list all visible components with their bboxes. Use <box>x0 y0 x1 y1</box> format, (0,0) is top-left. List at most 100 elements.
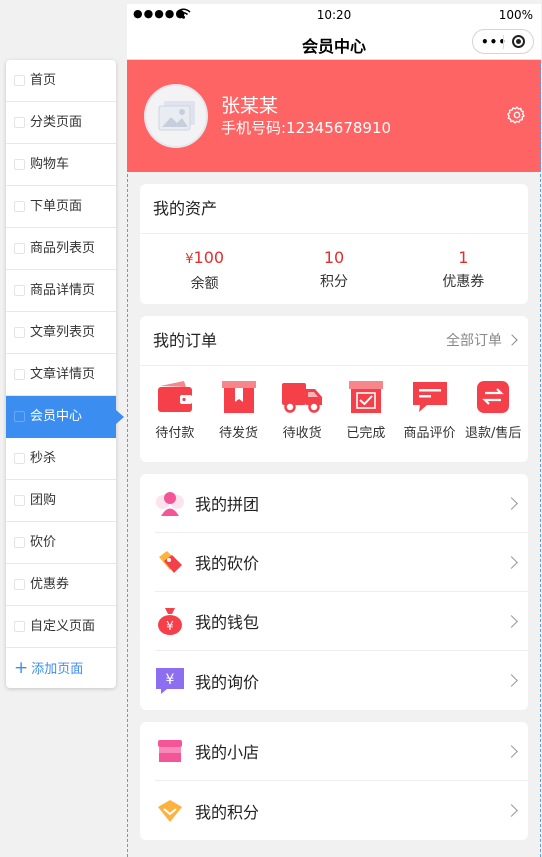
svg-text:¥: ¥ <box>166 672 175 688</box>
orders-header: 我的订单 全部订单 <box>140 316 528 366</box>
page-item-label: 自定义页面 <box>30 619 96 634</box>
page-item-home[interactable]: 首页 <box>6 60 116 102</box>
page-item-checkout[interactable]: 下单页面 <box>6 186 116 228</box>
settings-gear-icon[interactable] <box>507 105 527 125</box>
page-icon <box>14 495 25 506</box>
box-icon <box>221 381 256 413</box>
exchange-icon <box>477 381 510 413</box>
asset-coupons[interactable]: 1 优惠券 <box>399 248 528 293</box>
check-box-icon <box>348 381 383 413</box>
mini-program-capsule: ••• <box>472 29 534 54</box>
page-icon <box>14 327 25 338</box>
chevron-right-icon <box>505 496 518 510</box>
plus-icon: + <box>14 658 29 678</box>
coupons-amount: 1 <box>458 248 469 267</box>
order-pending-shipment[interactable]: 待发货 <box>207 379 271 441</box>
menu-row-shop[interactable]: 我的小店 <box>155 722 528 781</box>
all-orders-label: 全部订单 <box>446 333 502 349</box>
avatar[interactable] <box>144 84 208 148</box>
page-item-custom[interactable]: 自定义页面 <box>6 606 116 648</box>
page-item-label: 分类页面 <box>30 115 83 130</box>
page-icon <box>14 579 25 590</box>
page-icon <box>14 201 25 212</box>
assets-card: 我的资产 ¥100 余额 10 积分 1 优惠券 <box>140 184 528 304</box>
page-item-product-detail[interactable]: 商品详情页 <box>6 270 116 312</box>
order-refund-label: 退款/售后 <box>465 426 522 441</box>
page-item-article-detail[interactable]: 文章详情页 <box>6 354 116 396</box>
page-item-label: 下单页面 <box>30 199 83 214</box>
money-bag-icon: ¥ <box>158 608 182 635</box>
points-icon <box>158 799 182 822</box>
page-item-label: 文章详情页 <box>30 367 96 382</box>
orders-title: 我的订单 <box>153 331 218 350</box>
chevron-right-icon <box>505 555 518 569</box>
phone-preview: ●●●●● 10:20 100% 会员中心 ••• 张某某 手机号码:12345… <box>127 4 541 857</box>
page-icon <box>14 369 25 380</box>
order-review[interactable]: 商品评价 <box>398 379 462 441</box>
close-target-icon[interactable] <box>512 35 525 48</box>
menu-row-bargain[interactable]: 我的砍价 <box>155 533 528 592</box>
page-icon <box>14 159 25 170</box>
price-tag-icon <box>159 551 182 573</box>
orders-card: 我的订单 全部订单 待付款 待发货 待收货 已完成 商品评价 退款/售后 <box>140 316 528 462</box>
order-pending-payment-label: 待付款 <box>155 426 195 441</box>
page-item-label: 秒杀 <box>30 451 57 466</box>
balance-amount: 100 <box>193 248 225 267</box>
guide-line-left <box>127 64 128 857</box>
menu-group-2: 我的小店 我的积分 <box>140 722 528 840</box>
page-item-cart[interactable]: 购物车 <box>6 144 116 186</box>
page-item-group-buy[interactable]: 团购 <box>6 480 116 522</box>
status-time: 10:20 <box>316 8 352 22</box>
status-bar: ●●●●● 10:20 100% <box>127 4 541 26</box>
order-refund[interactable]: 退款/售后 <box>461 379 525 441</box>
chevron-right-icon <box>506 334 518 346</box>
menu-row-label: 我的拼团 <box>195 495 260 514</box>
asset-coupons-label: 优惠券 <box>442 274 485 290</box>
order-pending-payment[interactable]: 待付款 <box>143 379 207 441</box>
yen-sign: ¥ <box>185 252 194 267</box>
page-icon <box>14 621 25 632</box>
page-icon <box>14 453 25 464</box>
page-icon <box>14 537 25 548</box>
all-orders-link[interactable]: 全部订单 <box>446 316 518 366</box>
menu-row-inquiry[interactable]: ¥ 我的询价 <box>155 651 528 710</box>
page-item-label: 文章列表页 <box>30 325 96 340</box>
menu-row-wallet[interactable]: ¥ 我的钱包 <box>155 592 528 651</box>
page-item-coupon[interactable]: 优惠券 <box>6 564 116 606</box>
order-pending-receipt[interactable]: 待收货 <box>270 379 334 441</box>
page-item-label: 会员中心 <box>30 409 83 424</box>
page-item-label: 商品列表页 <box>30 241 96 256</box>
page-item-flash-sale[interactable]: 秒杀 <box>6 438 116 480</box>
order-review-label: 商品评价 <box>403 426 456 441</box>
page-item-category[interactable]: 分类页面 <box>6 102 116 144</box>
page-item-bargain[interactable]: 砍价 <box>6 522 116 564</box>
menu-group-1: 我的拼团 我的砍价 ¥ 我的钱包 ¥ 我的询价 <box>140 474 528 710</box>
user-phone: 手机号码:12345678910 <box>221 119 392 137</box>
add-page-button[interactable]: + 添加页面 <box>6 648 116 688</box>
menu-row-label: 我的钱包 <box>195 613 260 632</box>
add-page-label: 添加页面 <box>31 662 84 677</box>
page-icon <box>14 411 25 422</box>
menu-row-points[interactable]: 我的积分 <box>155 781 528 840</box>
capsule-divider <box>503 35 504 49</box>
asset-balance[interactable]: ¥100 余额 <box>140 248 269 293</box>
page-item-label: 砍价 <box>30 535 57 550</box>
chevron-right-icon <box>505 744 518 758</box>
assets-title: 我的资产 <box>140 184 528 234</box>
truck-icon <box>282 383 323 413</box>
page-item-product-list[interactable]: 商品列表页 <box>6 228 116 270</box>
user-name: 张某某 <box>221 95 279 117</box>
order-completed-label: 已完成 <box>346 426 386 441</box>
nav-bar: 会员中心 ••• <box>127 26 541 60</box>
menu-row-group-buy[interactable]: 我的拼团 <box>155 474 528 533</box>
menu-row-label: 我的小店 <box>195 743 260 762</box>
page-icon <box>14 285 25 296</box>
page-item-article-list[interactable]: 文章列表页 <box>6 312 116 354</box>
asset-points[interactable]: 10 积分 <box>269 248 398 293</box>
page-item-member-center[interactable]: 会员中心 <box>6 396 124 438</box>
menu-row-label: 我的砍价 <box>195 554 260 573</box>
chevron-right-icon <box>505 674 518 687</box>
order-completed[interactable]: 已完成 <box>334 379 398 441</box>
page-icon <box>14 117 25 128</box>
page-item-label: 团购 <box>30 493 57 508</box>
